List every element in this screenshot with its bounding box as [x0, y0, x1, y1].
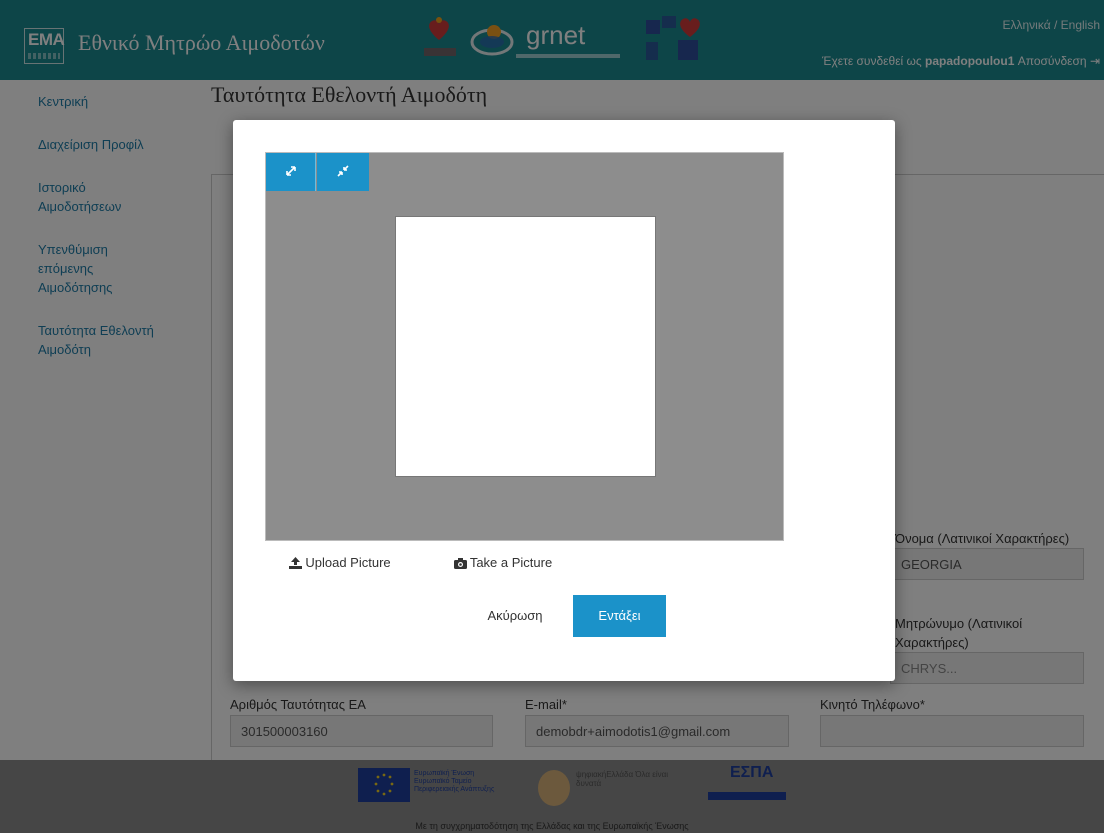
compress-icon[interactable]	[317, 153, 369, 191]
camera-icon	[453, 558, 467, 569]
expand-icon[interactable]	[266, 153, 316, 191]
ok-button[interactable]: Εντάξει	[573, 595, 666, 637]
image-cropper[interactable]	[265, 152, 784, 541]
upload-picture-label: Upload Picture	[305, 555, 391, 570]
upload-picture-button[interactable]: Upload Picture	[265, 546, 415, 580]
cancel-button[interactable]: Ακύρωση	[473, 595, 557, 637]
take-picture-label: Take a Picture	[469, 555, 553, 570]
picture-modal: Upload Picture Take a Picture Ακύρωση Εν…	[233, 120, 895, 681]
take-picture-button[interactable]: Take a Picture	[433, 546, 573, 580]
crop-area[interactable]	[395, 216, 656, 477]
upload-icon	[289, 557, 303, 569]
